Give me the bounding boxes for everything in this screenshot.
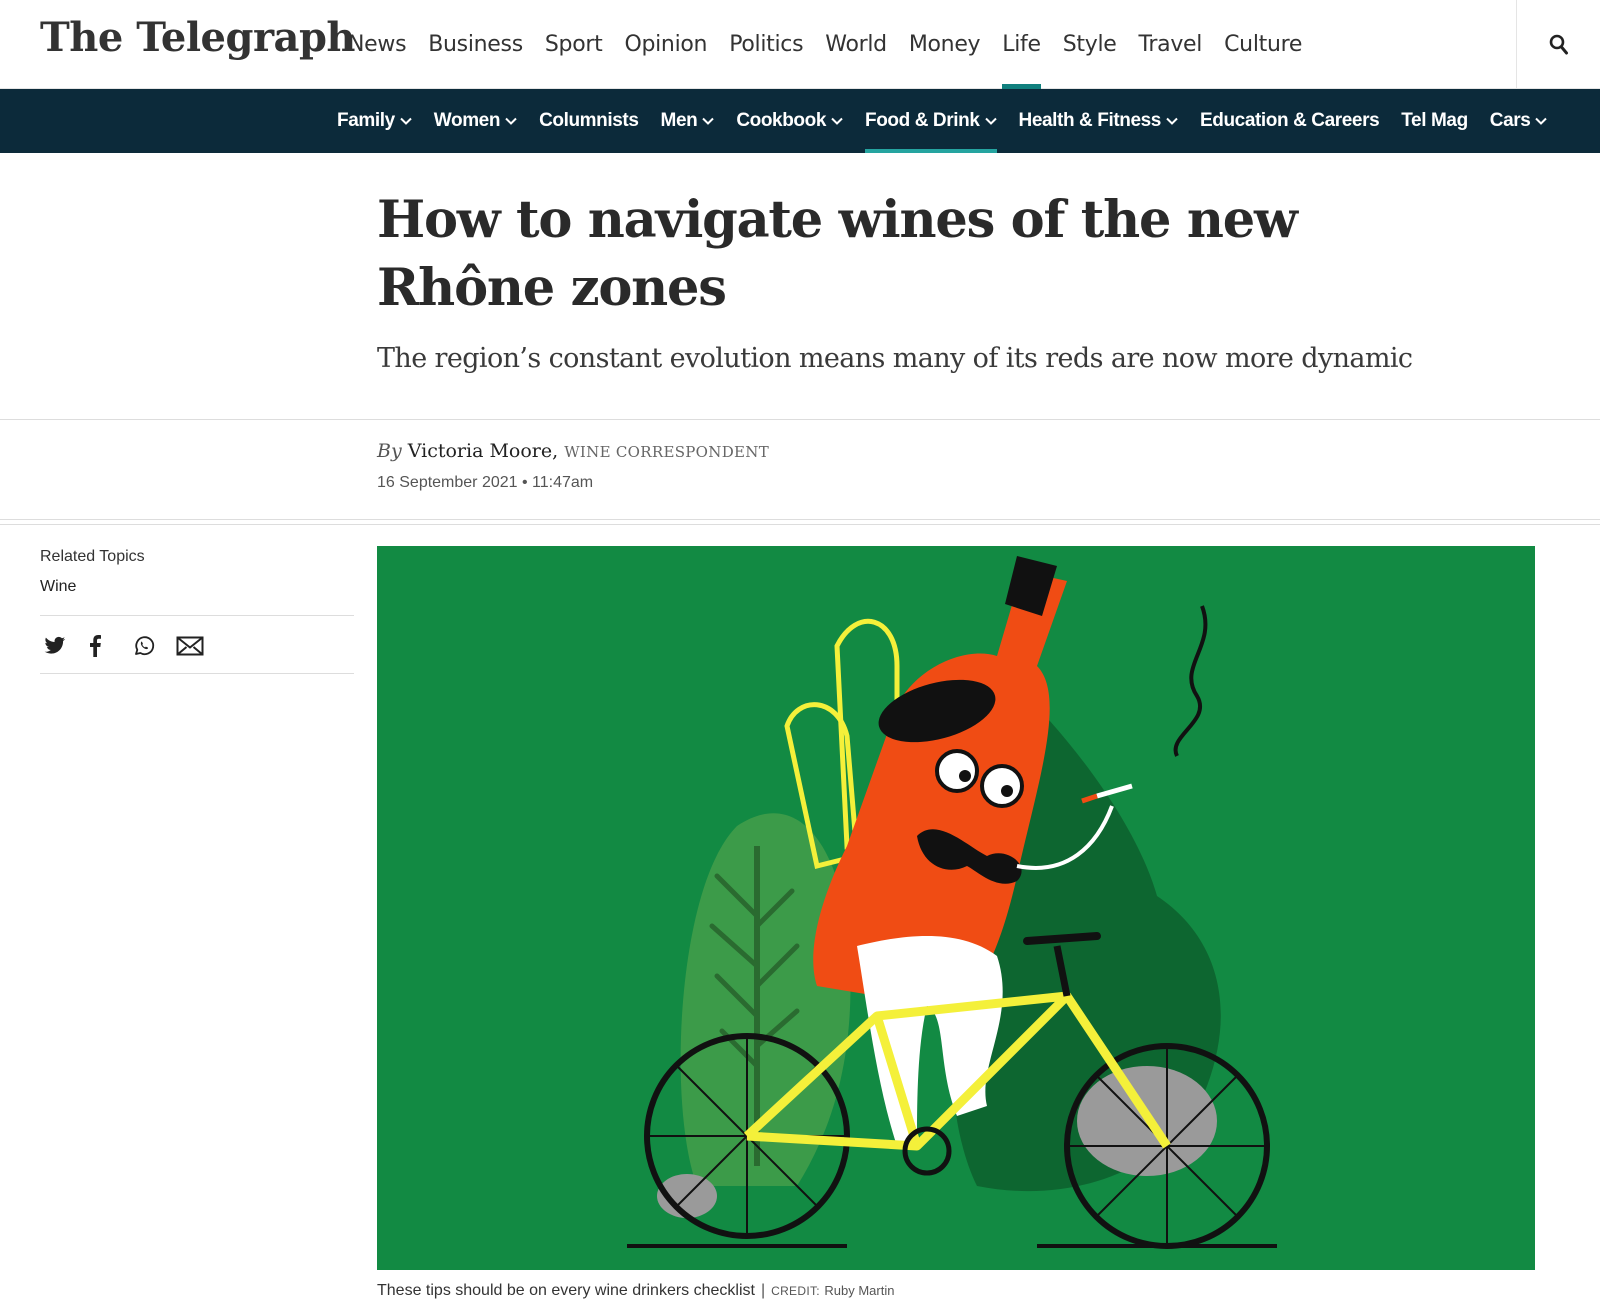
search-icon — [1549, 34, 1568, 54]
nav-item-culture[interactable]: Culture — [1213, 0, 1313, 89]
primary-nav: News Business Sport Opinion Politics World Mon… — [337, 0, 1313, 89]
chevron-down-icon — [831, 117, 843, 125]
chevron-down-icon — [400, 117, 412, 125]
wine-bottle-cyclist-illustration — [377, 546, 1535, 1270]
subnav-item-women[interactable]: Women — [423, 89, 528, 153]
publish-date: 16 September 2021 • 11:47am — [377, 474, 594, 491]
share-facebook-button[interactable] — [88, 632, 132, 660]
divider — [0, 524, 1600, 525]
email-icon — [176, 636, 204, 656]
byline: By Victoria Moore, WINE CORRESPONDENT — [377, 440, 769, 462]
byline-prefix: By — [377, 440, 402, 462]
divider — [0, 519, 1600, 520]
subnav-item-label: Health & Fitness — [1018, 110, 1162, 131]
chevron-down-icon — [702, 117, 715, 125]
nav-item-style[interactable]: Style — [1052, 0, 1128, 89]
subnav-item-cookbook[interactable]: Cookbook — [725, 89, 854, 153]
nav-item-politics[interactable]: Politics — [718, 0, 814, 89]
chevron-down-icon — [1166, 117, 1178, 125]
subnav-item-label: Family — [337, 110, 395, 131]
subnav-items: Family Women Columnists Men Cookbook Food & D… — [326, 89, 1558, 153]
subnav-item-health-fitness[interactable]: Health & Fitness — [1008, 89, 1189, 153]
hero-illustration — [377, 546, 1535, 1270]
divider — [40, 615, 354, 616]
subnav-item-label: Education & Careers — [1199, 110, 1380, 131]
subnav-item-label: Cars — [1489, 110, 1531, 131]
section-subnav: Family Women Columnists Men Cookbook Food & D… — [0, 89, 1600, 153]
subnav-item-family[interactable]: Family — [326, 89, 423, 153]
chevron-down-icon — [1535, 117, 1548, 125]
subnav-item-label: Columnists — [539, 110, 639, 131]
subnav-item-columnists[interactable]: Columnists — [528, 89, 649, 153]
caption-separator: | — [760, 1282, 766, 1299]
subnav-item-label: Women — [433, 110, 501, 131]
twitter-icon — [44, 636, 66, 654]
subnav-item-label: Tel Mag — [1401, 110, 1468, 131]
nav-item-life[interactable]: Life — [991, 0, 1051, 89]
subnav-item-cars[interactable]: Cars — [1479, 89, 1559, 153]
share-whatsapp-button[interactable] — [132, 632, 176, 660]
nav-item-money[interactable]: Money — [898, 0, 991, 89]
credit-name: Ruby Martin — [824, 1283, 895, 1298]
author-name[interactable]: Victoria Moore, — [408, 440, 558, 462]
nav-item-travel[interactable]: Travel — [1128, 0, 1214, 89]
article-standfirst: The region’s constant evolution means ma… — [377, 343, 1413, 374]
search-button[interactable] — [1516, 0, 1600, 89]
chevron-down-icon — [984, 117, 997, 125]
telegraph-logo[interactable]: The Telegraph — [40, 14, 356, 61]
whatsapp-icon — [135, 636, 155, 656]
chevron-down-icon — [505, 117, 517, 125]
top-bar: The Telegraph News Business Sport Opinion Po… — [0, 0, 1600, 89]
subnav-item-label: Cookbook — [736, 110, 827, 131]
nav-item-world[interactable]: World — [814, 0, 898, 89]
subnav-item-food-drink[interactable]: Food & Drink — [854, 89, 1007, 153]
caption-text: These tips should be on every wine drink… — [377, 1282, 755, 1299]
article-headline: How to navigate wines of the new Rhône z… — [377, 190, 1298, 318]
share-twitter-button[interactable] — [44, 632, 88, 660]
nav-item-news[interactable]: News — [337, 0, 417, 89]
related-topics-label: Related Topics — [40, 548, 145, 565]
subnav-item-tel-mag[interactable]: Tel Mag — [1390, 89, 1479, 153]
subnav-item-men[interactable]: Men — [650, 89, 726, 153]
nav-item-business[interactable]: Business — [417, 0, 534, 89]
subnav-item-education-careers[interactable]: Education & Careers — [1189, 89, 1390, 153]
author-role: WINE CORRESPONDENT — [564, 443, 769, 461]
credit-label: CREDIT: — [771, 1284, 820, 1298]
nav-item-opinion[interactable]: Opinion — [613, 0, 718, 89]
divider — [0, 419, 1600, 420]
nav-item-sport[interactable]: Sport — [534, 0, 614, 89]
share-buttons — [44, 632, 220, 660]
share-email-button[interactable] — [176, 632, 220, 660]
subnav-item-label: Men — [660, 110, 698, 131]
divider — [40, 673, 354, 674]
facebook-icon — [90, 635, 101, 657]
image-caption: These tips should be on every wine drink… — [377, 1282, 894, 1300]
subnav-item-label: Food & Drink — [865, 110, 980, 131]
related-topic-wine[interactable]: Wine — [40, 578, 76, 596]
